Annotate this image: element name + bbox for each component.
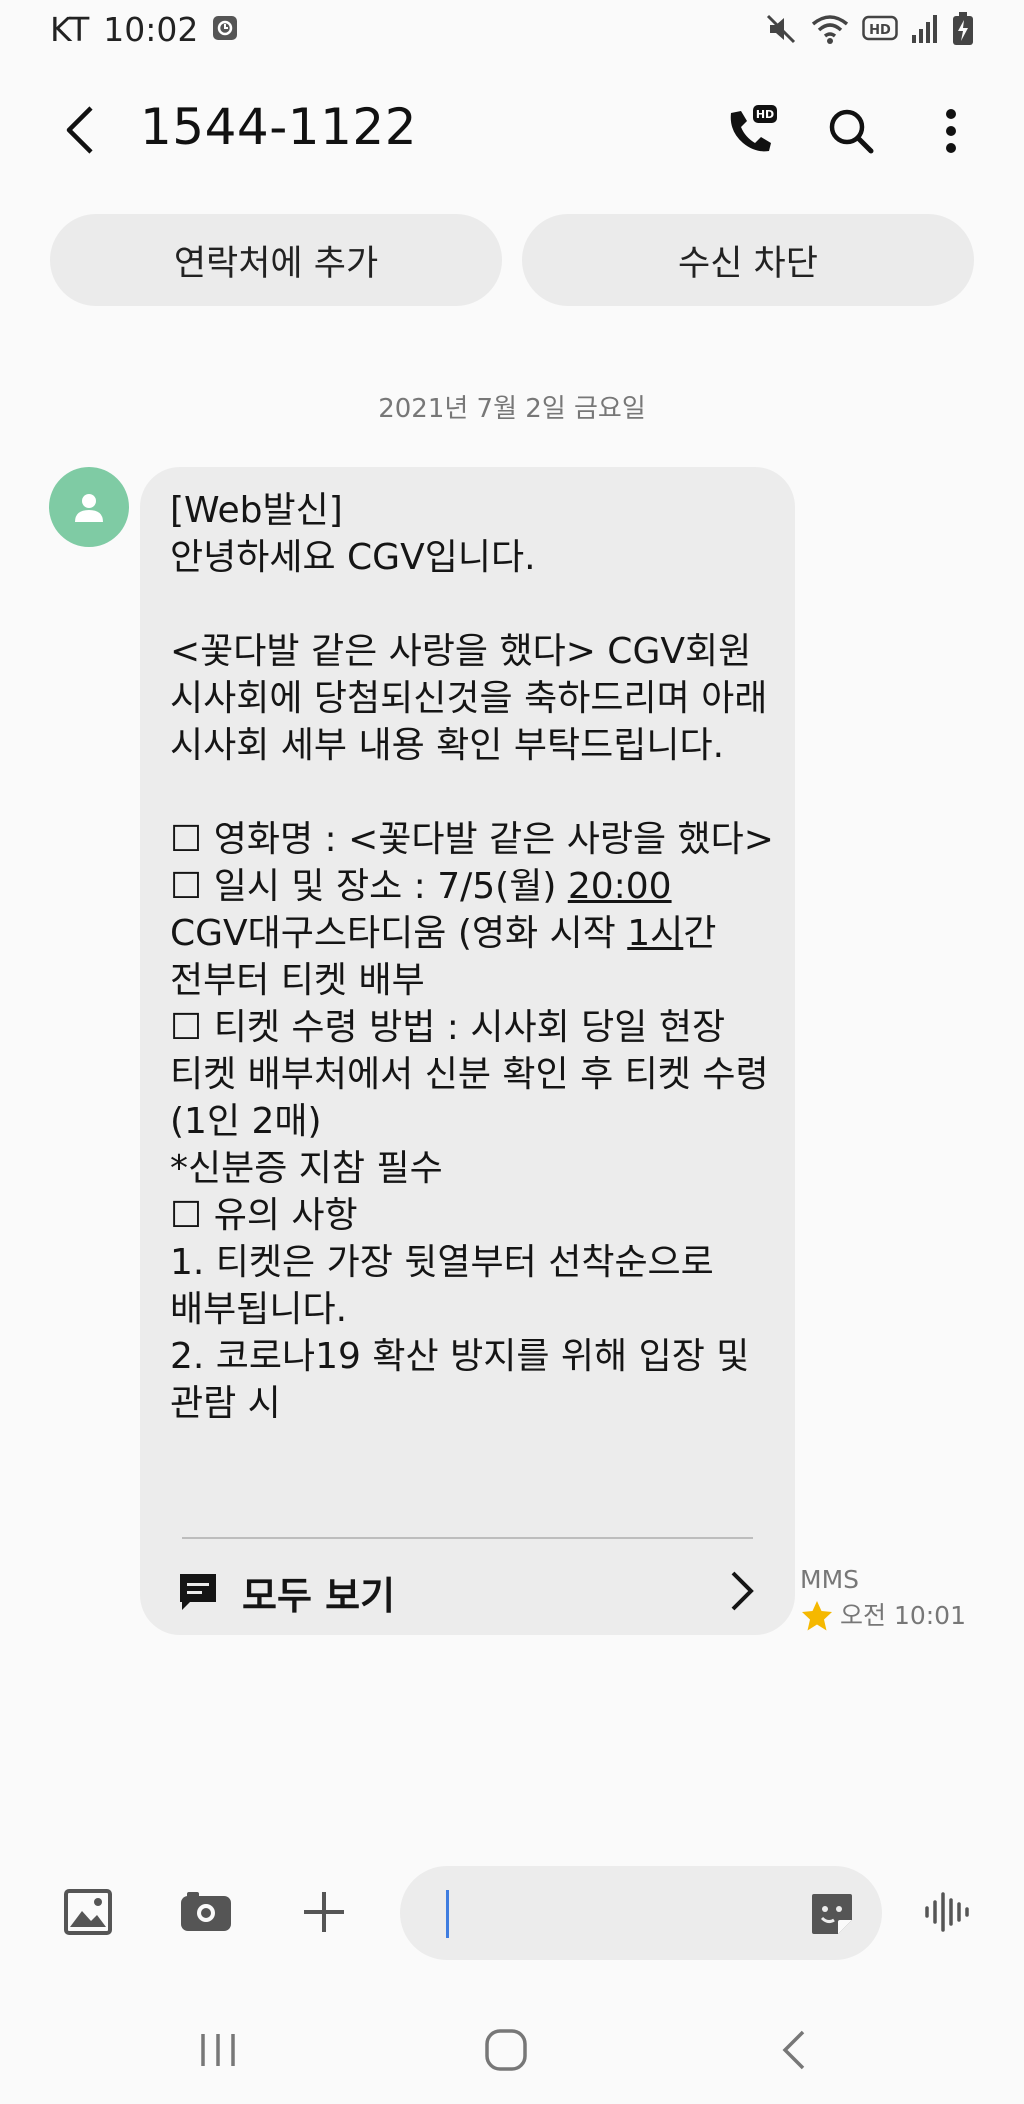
search-icon <box>829 109 874 154</box>
search-button[interactable] <box>818 98 884 164</box>
camera-button[interactable] <box>176 1882 236 1942</box>
app-header: 1544-1122 HD <box>0 90 1024 170</box>
message-line: <꽃다발 같은 사랑을 했다> CGV회원 시사회에 당첨되신것을 축하드리며 … <box>170 631 779 766</box>
chevron-right-icon <box>731 1571 754 1611</box>
header-actions: HD <box>718 98 984 164</box>
recents-icon <box>201 2034 235 2066</box>
nav-back-icon <box>782 2030 805 2070</box>
plus-icon <box>304 1892 344 1932</box>
time-link[interactable]: 20:00 <box>568 866 672 907</box>
more-vertical-icon <box>946 109 956 153</box>
message-line: ☐ 영화명 : <꽃다발 같은 사랑을 했다> <box>170 819 774 860</box>
battery-icon <box>952 12 974 46</box>
message-input[interactable] <box>440 1866 800 1960</box>
clock: 10:02 <box>103 10 199 49</box>
phone-hd-icon: HD <box>730 105 777 152</box>
sticker-button[interactable] <box>804 1886 860 1942</box>
person-icon <box>75 494 103 522</box>
sticker-icon <box>812 1894 852 1934</box>
add-contact-button[interactable]: 연락처에 추가 <box>50 214 502 306</box>
view-all-button[interactable]: 모두 보기 <box>176 1557 765 1627</box>
message-time-row: 오전 10:01 <box>800 1598 966 1634</box>
message-line: [Web발신] <box>170 490 343 531</box>
wifi-icon <box>810 12 850 46</box>
home-icon <box>485 2029 527 2071</box>
hd-call-button[interactable]: HD <box>718 98 784 164</box>
system-nav-bar <box>0 2000 1024 2104</box>
message-line: *신분증 지참 필수 <box>170 1148 443 1189</box>
view-all-label: 모두 보기 <box>242 1573 396 1618</box>
message-line: ☐ 일시 및 장소 : 7/5(월) <box>170 866 568 907</box>
sender-avatar[interactable] <box>49 467 129 547</box>
star-icon[interactable] <box>800 1599 834 1633</box>
back-arrow-icon <box>66 106 93 154</box>
message-line: ☐ 티켓 수령 방법 : 시사회 당일 현장 티켓 배부처에서 신분 확인 후 … <box>170 1007 781 1142</box>
bubble-divider <box>182 1537 753 1539</box>
back-button[interactable] <box>52 100 108 160</box>
message-type: MMS <box>800 1565 860 1594</box>
message-input-pill[interactable] <box>400 1866 882 1960</box>
carrier-label: KT <box>50 10 90 49</box>
message-bubble[interactable]: [Web발신] 안녕하세요 CGV입니다. <꽃다발 같은 사랑을 했다> CG… <box>140 467 795 1635</box>
call-hd-label: HD <box>756 108 774 121</box>
signal-icon <box>910 13 940 45</box>
message-line: ☐ 유의 사항 <box>170 1195 358 1236</box>
status-left: KT 10:02 <box>50 10 238 49</box>
hd-badge-text: HD <box>869 23 891 38</box>
gallery-button[interactable] <box>58 1882 118 1942</box>
duration-link[interactable]: 1시 <box>627 913 683 954</box>
voice-waveform-icon <box>925 1892 969 1932</box>
app-notification-icon <box>212 10 238 49</box>
contact-actions: 연락처에 추가 수신 차단 <box>50 214 974 306</box>
message-time: 오전 10:01 <box>840 1601 966 1630</box>
block-number-button[interactable]: 수신 차단 <box>522 214 974 306</box>
attach-button[interactable] <box>294 1882 354 1942</box>
status-right: HD <box>764 12 974 46</box>
camera-icon <box>181 1892 231 1931</box>
system-back-button[interactable] <box>754 2020 834 2080</box>
message-line: 안녕하세요 CGV입니다. <box>170 537 536 578</box>
status-bar: KT 10:02 HD <box>0 0 1024 60</box>
message-body: [Web발신] 안녕하세요 CGV입니다. <꽃다발 같은 사랑을 했다> CG… <box>170 487 780 1427</box>
recent-apps-button[interactable] <box>178 2020 258 2080</box>
voice-input-button[interactable] <box>918 1882 978 1942</box>
more-options-button[interactable] <box>918 98 984 164</box>
gallery-icon <box>64 1889 112 1935</box>
message-meta: MMS 오전 10:01 <box>800 1562 966 1634</box>
date-divider: 2021년 7월 2일 금요일 <box>378 394 646 424</box>
composer-bar <box>0 1862 1024 1962</box>
message-line: 1. 티켓은 가장 뒷열부터 선착순으로 배부됩니다. <box>170 1242 726 1330</box>
conversation-title: 1544-1122 <box>140 98 418 156</box>
text-caret <box>446 1890 449 1938</box>
message-icon <box>180 1574 216 1610</box>
home-button[interactable] <box>466 2020 546 2080</box>
mute-icon <box>764 12 798 46</box>
conversation-screen: KT 10:02 HD 1544-1122 HD 연락처에 추가 수신 차단 2… <box>0 0 1024 2104</box>
message-line: 2. 코로나19 확산 방지를 위해 입장 및 관람 시 <box>170 1336 761 1424</box>
hd-voice-icon: HD <box>862 14 898 44</box>
